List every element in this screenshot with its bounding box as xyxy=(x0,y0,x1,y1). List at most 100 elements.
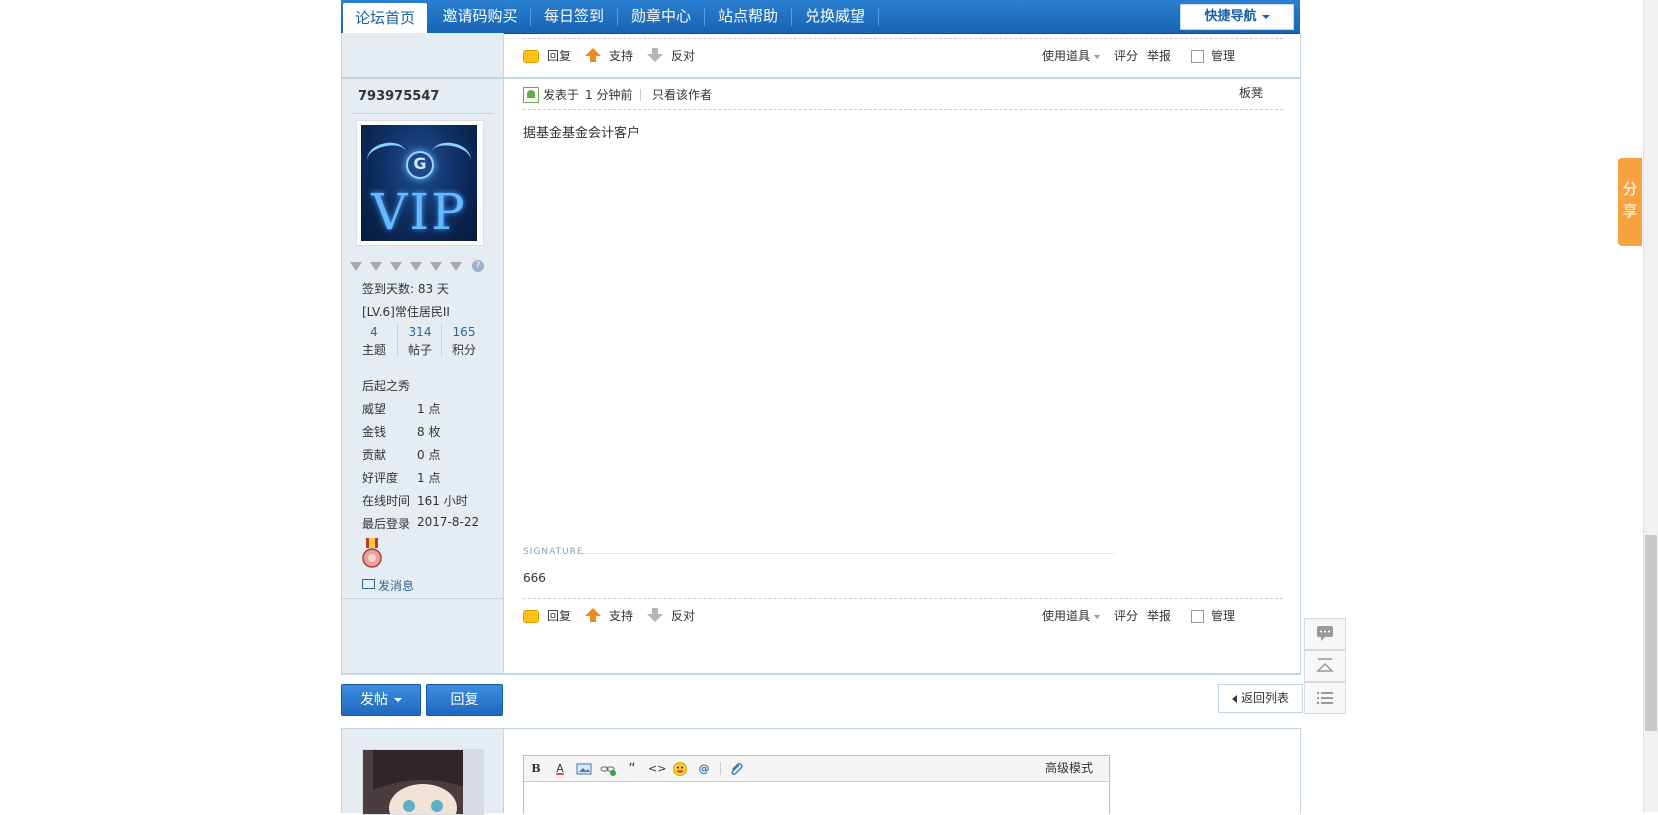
diamond-icon xyxy=(390,262,402,272)
oppose-label: 反对 xyxy=(671,609,696,623)
manage-checkbox[interactable] xyxy=(1191,610,1204,623)
nav-site-help[interactable]: 站点帮助 xyxy=(705,0,791,33)
nav-invite-code-purchase[interactable]: 邀请码购买 xyxy=(431,0,529,33)
stat-points-count[interactable]: 165 xyxy=(442,325,486,339)
post-content-text: 据基金基金会计客户 xyxy=(523,126,641,141)
divider xyxy=(523,109,1283,110)
link-icon[interactable] xyxy=(600,761,616,777)
new-post-button[interactable]: 发帖 xyxy=(341,684,421,716)
divider xyxy=(720,762,721,775)
field-label: 最后登录 xyxy=(362,517,411,531)
reply-editor: B A “ <> @ 高级模式 xyxy=(523,755,1110,814)
back-to-list-label: 返回列表 xyxy=(1240,691,1289,705)
author-only-link[interactable]: 只看该作者 xyxy=(652,86,712,104)
oppose-action[interactable]: 反对 xyxy=(647,605,703,627)
advanced-mode-link[interactable]: 高级模式 xyxy=(1045,756,1093,781)
reply-sidebar xyxy=(342,729,504,815)
medal-icon[interactable] xyxy=(362,538,382,572)
diamond-icon xyxy=(430,262,442,272)
divider xyxy=(352,113,494,114)
chevron-down-icon xyxy=(394,698,402,702)
nav-exchange-prestige[interactable]: 兑换威望 xyxy=(792,0,878,33)
nav-daily-checkin[interactable]: 每日签到 xyxy=(531,0,617,33)
reply-label: 回复 xyxy=(547,49,572,63)
divider xyxy=(523,38,1283,39)
manage-label[interactable]: 管理 xyxy=(1211,605,1241,627)
quick-reply-area: B A “ <> @ 高级模式 xyxy=(341,728,1301,815)
field-label: 好评度 xyxy=(362,471,399,485)
rate-link[interactable]: 评分 xyxy=(1114,605,1140,627)
post-action-bar: 回复 支持 反对 使用道具 评分 举报 管理 xyxy=(523,605,1283,627)
top-navigation-bar: 论坛首页 邀请码购买 每日签到 勋章中心 站点帮助 兑换威望 快捷导航 xyxy=(341,0,1300,34)
user-level[interactable]: [LV.6]常住居民II xyxy=(362,303,450,320)
attachment-icon[interactable] xyxy=(728,761,744,777)
report-link[interactable]: 举报 xyxy=(1147,45,1173,67)
use-tool-menu[interactable]: 使用道具 xyxy=(1042,45,1108,67)
field-label: 金钱 xyxy=(362,425,387,439)
diamond-icon xyxy=(350,262,362,272)
bold-icon[interactable]: B xyxy=(528,761,544,777)
author-avatar[interactable]: G VIP xyxy=(356,120,484,246)
new-post-label: 发帖 xyxy=(360,692,388,708)
quick-nav-button[interactable]: 快捷导航 xyxy=(1180,4,1294,30)
stat-posts-count[interactable]: 314 xyxy=(398,325,442,339)
list-icon xyxy=(1317,692,1333,704)
thumb-down-arrow-icon xyxy=(647,48,663,64)
floor-number[interactable]: 板凳 xyxy=(1239,84,1263,101)
field-value: 161 小时 xyxy=(417,494,468,508)
field-value: 1 点 xyxy=(417,402,441,416)
send-message-link[interactable]: 发消息 xyxy=(362,577,414,594)
chevron-left-icon xyxy=(1231,694,1237,703)
quote-icon[interactable]: “ xyxy=(624,761,640,777)
chevron-down-icon xyxy=(1261,14,1270,19)
field-label: 威望 xyxy=(362,402,387,416)
support-action[interactable]: 支持 xyxy=(585,45,641,67)
author-username[interactable]: 793975547 xyxy=(358,89,439,104)
current-user-avatar[interactable] xyxy=(362,749,484,815)
divider xyxy=(523,598,1283,599)
thumb-up-arrow-icon xyxy=(585,608,601,624)
reply-label: 回复 xyxy=(547,609,572,623)
oppose-action[interactable]: 反对 xyxy=(647,45,703,67)
divider xyxy=(640,89,641,101)
support-action[interactable]: 支持 xyxy=(585,605,641,627)
signature-divider xyxy=(582,553,1114,554)
emoticon-icon[interactable] xyxy=(672,761,688,777)
nav-forum-home[interactable]: 论坛首页 xyxy=(343,3,427,33)
chevron-down-icon xyxy=(1094,54,1101,59)
nav-separator xyxy=(878,8,879,26)
code-icon[interactable]: <> xyxy=(648,761,666,777)
image-icon[interactable] xyxy=(576,761,592,777)
scrollbar-thumb[interactable] xyxy=(1645,535,1657,731)
vertical-scrollbar[interactable] xyxy=(1643,0,1658,812)
wing-left-icon xyxy=(364,139,410,174)
font-color-icon[interactable]: A xyxy=(552,761,568,777)
back-to-list-float-button[interactable] xyxy=(1304,682,1346,714)
arrow-up-icon xyxy=(1316,658,1334,672)
stat-threads-count[interactable]: 4 xyxy=(352,325,396,339)
use-tool-menu[interactable]: 使用道具 xyxy=(1042,605,1108,627)
back-to-list-button[interactable]: 返回列表 xyxy=(1218,684,1303,713)
posted-prefix: 发表于 xyxy=(543,88,580,102)
post-table: 回复 支持 反对 使用道具 评分 举报 管理 793975547 G VIP ?… xyxy=(341,33,1301,675)
stat-threads-label: 主题 xyxy=(361,343,386,357)
quick-reply-float-button[interactable] xyxy=(1304,618,1346,650)
manage-label[interactable]: 管理 xyxy=(1211,45,1241,67)
author-sidebar: 793975547 G VIP ? 签到天数: 83 天 [LV.6]常住居民I… xyxy=(342,79,504,673)
back-to-top-float-button[interactable] xyxy=(1304,650,1346,682)
manage-checkbox[interactable] xyxy=(1191,50,1204,63)
reply-button[interactable]: 回复 xyxy=(426,684,503,716)
help-icon[interactable]: ? xyxy=(472,260,484,272)
reply-action[interactable]: 回复 xyxy=(523,45,579,67)
reply-action[interactable]: 回复 xyxy=(523,605,579,627)
nav-medal-center[interactable]: 勋章中心 xyxy=(618,0,704,33)
post-content: 据基金基金会计客户 xyxy=(523,122,640,141)
use-tool-label: 使用道具 xyxy=(1042,49,1091,63)
report-link[interactable]: 举报 xyxy=(1147,605,1173,627)
vip-emblem-icon: G xyxy=(406,151,434,179)
rate-link[interactable]: 评分 xyxy=(1114,45,1140,67)
share-tab[interactable]: 分享 xyxy=(1618,158,1642,246)
mention-icon[interactable]: @ xyxy=(696,761,712,777)
thumb-up-arrow-icon xyxy=(585,48,601,64)
chevron-down-icon xyxy=(1094,614,1101,619)
